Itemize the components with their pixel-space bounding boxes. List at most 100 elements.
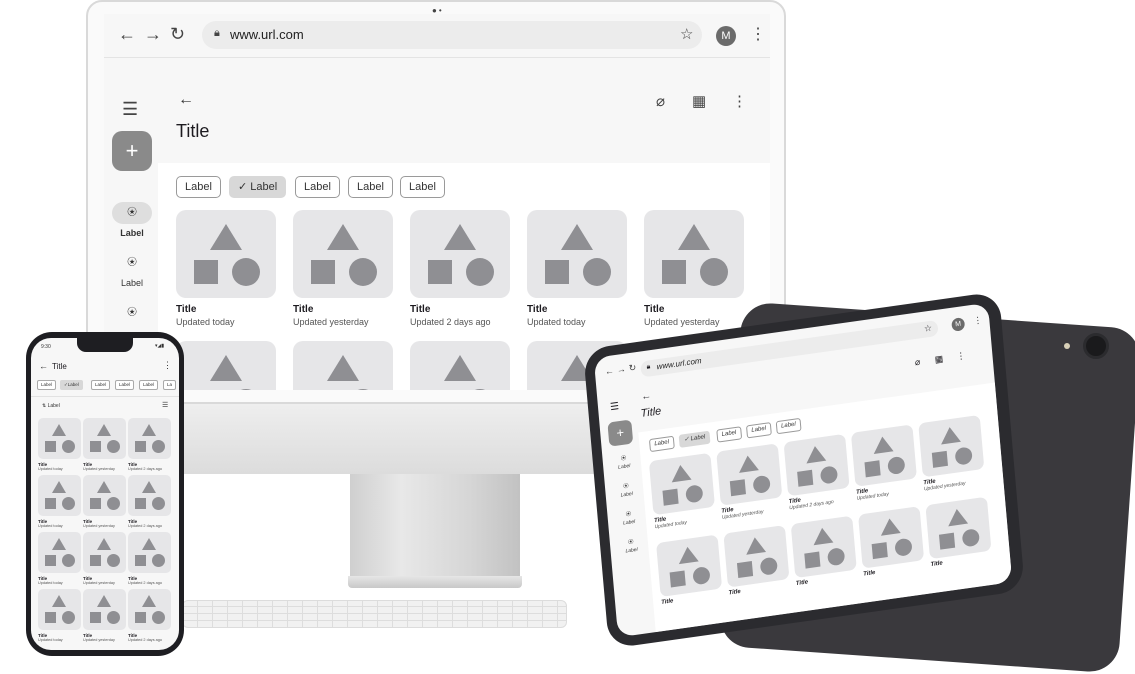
card[interactable]: Title Updated yesterday	[918, 414, 985, 492]
app-back-arrow-icon[interactable]: ←	[39, 361, 48, 371]
card[interactable]: Title Updated today	[527, 210, 627, 327]
card[interactable]: Title	[790, 515, 858, 587]
card[interactable]: Title Updated today	[648, 452, 716, 530]
card-thumbnail	[83, 589, 126, 630]
kebab-menu-icon[interactable]: ⋮	[973, 315, 983, 327]
filter-chip[interactable]: Label	[176, 176, 221, 198]
filter-chip[interactable]: Label	[37, 380, 57, 390]
back-arrow-icon[interactable]: ←	[118, 24, 136, 45]
card[interactable]: Title Updated 2 days ago	[128, 589, 171, 642]
filter-chip[interactable]: Label	[348, 176, 393, 198]
star-icon[interactable]: ☆	[924, 323, 933, 335]
back-arrow-icon[interactable]: ←	[604, 365, 614, 376]
card[interactable]: Title	[925, 496, 992, 568]
card-thumbnail	[723, 525, 790, 588]
filter-chip[interactable]: La	[163, 380, 177, 390]
fab-add-button[interactable]: +	[607, 419, 634, 447]
sort-label: Label	[47, 403, 60, 409]
rail-item-3[interactable]: ⍟ Label	[613, 507, 644, 528]
avatar[interactable]: M	[716, 26, 736, 46]
card[interactable]: Title Updated today	[38, 475, 81, 528]
rail-item-2[interactable]: ⍟ Label	[110, 252, 154, 288]
card[interactable]: Title Updated today	[176, 210, 276, 327]
rail-item-2[interactable]: ⍟ Label	[611, 479, 642, 500]
filter-chip[interactable]: Label	[139, 380, 159, 390]
card-thumbnail	[83, 418, 126, 459]
more-vert-icon[interactable]: ⋮	[732, 92, 747, 110]
rail-item-4[interactable]: ⍟ Label	[616, 535, 647, 556]
forward-arrow-icon[interactable]: →	[144, 24, 162, 45]
card[interactable]: Title Updated today	[38, 589, 81, 642]
card-thumbnail	[38, 589, 81, 630]
avatar[interactable]: M	[951, 317, 966, 332]
card-thumbnail	[918, 414, 985, 478]
card[interactable]: Title Updated 2 days ago	[128, 418, 171, 471]
card[interactable]: Title Updated 2 days ago	[128, 532, 171, 585]
card[interactable]: Title Updated yesterday	[83, 418, 126, 471]
hamburger-menu-icon[interactable]: ☰	[122, 99, 138, 120]
rail-item-1[interactable]: ⍟ Label	[110, 202, 154, 238]
app-back-arrow-icon[interactable]: ←	[641, 390, 652, 402]
lock-icon: 🔒︎	[214, 27, 220, 39]
card[interactable]: Title Updated yesterday	[83, 589, 126, 642]
star-icon[interactable]: ☆	[680, 25, 693, 43]
filter-chip-selected[interactable]: ✓ Label	[229, 176, 287, 198]
card[interactable]: Title Updated yesterday	[83, 475, 126, 528]
list-view-icon[interactable]: ☰	[162, 401, 168, 409]
card-subtitle: Updated 2 days ago	[128, 524, 162, 528]
rail-item-label: Label	[120, 228, 144, 238]
kebab-menu-icon[interactable]: ⋮	[750, 24, 766, 44]
hamburger-menu-icon[interactable]: ☰	[610, 401, 620, 413]
filter-chip[interactable]: Label	[295, 176, 340, 198]
reload-icon[interactable]: ↻	[170, 24, 185, 45]
phone-screen: 9:30 ▾◢▮ ← Title ⋮ Label ✓Label Label La…	[31, 338, 179, 650]
card-subtitle: Updated 2 days ago	[128, 581, 162, 585]
card-thumbnail	[783, 433, 850, 497]
calendar-icon[interactable]: ▦	[934, 353, 943, 365]
fab-add-button[interactable]: +	[112, 131, 152, 171]
filter-chip-selected[interactable]: ✓Label	[60, 380, 83, 390]
monitor-stand-foot	[348, 576, 522, 588]
rail-item-3[interactable]: ⍟	[110, 302, 154, 324]
rail-item-1[interactable]: ⍟ Label	[608, 451, 639, 472]
card[interactable]: Title Updated today	[850, 424, 918, 502]
card[interactable]: Title Updated today	[38, 532, 81, 585]
sort-button[interactable]: ⇅ Label	[42, 403, 60, 409]
card[interactable]: Title	[656, 534, 723, 606]
filter-chip[interactable]: Label	[115, 380, 135, 390]
forward-arrow-icon[interactable]: →	[616, 364, 626, 375]
card[interactable]: Title	[723, 525, 790, 597]
card[interactable]	[293, 341, 393, 390]
star-circle-icon: ⍟	[127, 304, 137, 321]
card[interactable]	[410, 341, 510, 390]
status-icons: ▾◢▮	[155, 343, 165, 349]
card-subtitle: Updated today	[527, 317, 586, 327]
card-thumbnail	[38, 532, 81, 573]
card[interactable]: Title Updated 2 days ago	[128, 475, 171, 528]
card[interactable]: Title	[858, 506, 925, 578]
card[interactable]: Title Updated 2 days ago	[410, 210, 510, 327]
star-circle-icon: ⍟	[112, 202, 152, 224]
tablet-screen: ← → ↻ 🔒︎ www.url.com ☆ M ⋮ ☰ ← Title ⌀ ▦…	[593, 302, 1013, 638]
app-back-arrow-icon[interactable]: ←	[178, 91, 194, 109]
filter-chip[interactable]: Label	[400, 176, 445, 198]
more-vert-icon[interactable]: ⋮	[163, 360, 172, 371]
calendar-icon[interactable]: ▦	[692, 92, 706, 110]
reload-icon[interactable]: ↻	[628, 362, 636, 374]
card[interactable]: Title Updated 2 days ago	[783, 433, 851, 511]
address-bar[interactable]: 🔒︎ www.url.com ☆	[202, 21, 702, 49]
card-subtitle: Updated today	[38, 524, 63, 528]
filter-chip[interactable]: Label	[91, 380, 111, 390]
attach-icon[interactable]: ⌀	[656, 92, 665, 110]
card[interactable]: Title Updated yesterday	[716, 443, 783, 521]
card[interactable]: Title Updated yesterday	[293, 210, 393, 327]
card-thumbnail	[410, 341, 510, 390]
more-vert-icon[interactable]: ⋮	[956, 350, 966, 362]
attach-icon[interactable]: ⌀	[914, 357, 920, 369]
card-thumbnail	[850, 424, 917, 487]
card[interactable]	[176, 341, 276, 390]
card-thumbnail	[293, 341, 393, 390]
card[interactable]: Title Updated yesterday	[644, 210, 744, 327]
card[interactable]: Title Updated yesterday	[83, 532, 126, 585]
card[interactable]: Title Updated today	[38, 418, 81, 471]
